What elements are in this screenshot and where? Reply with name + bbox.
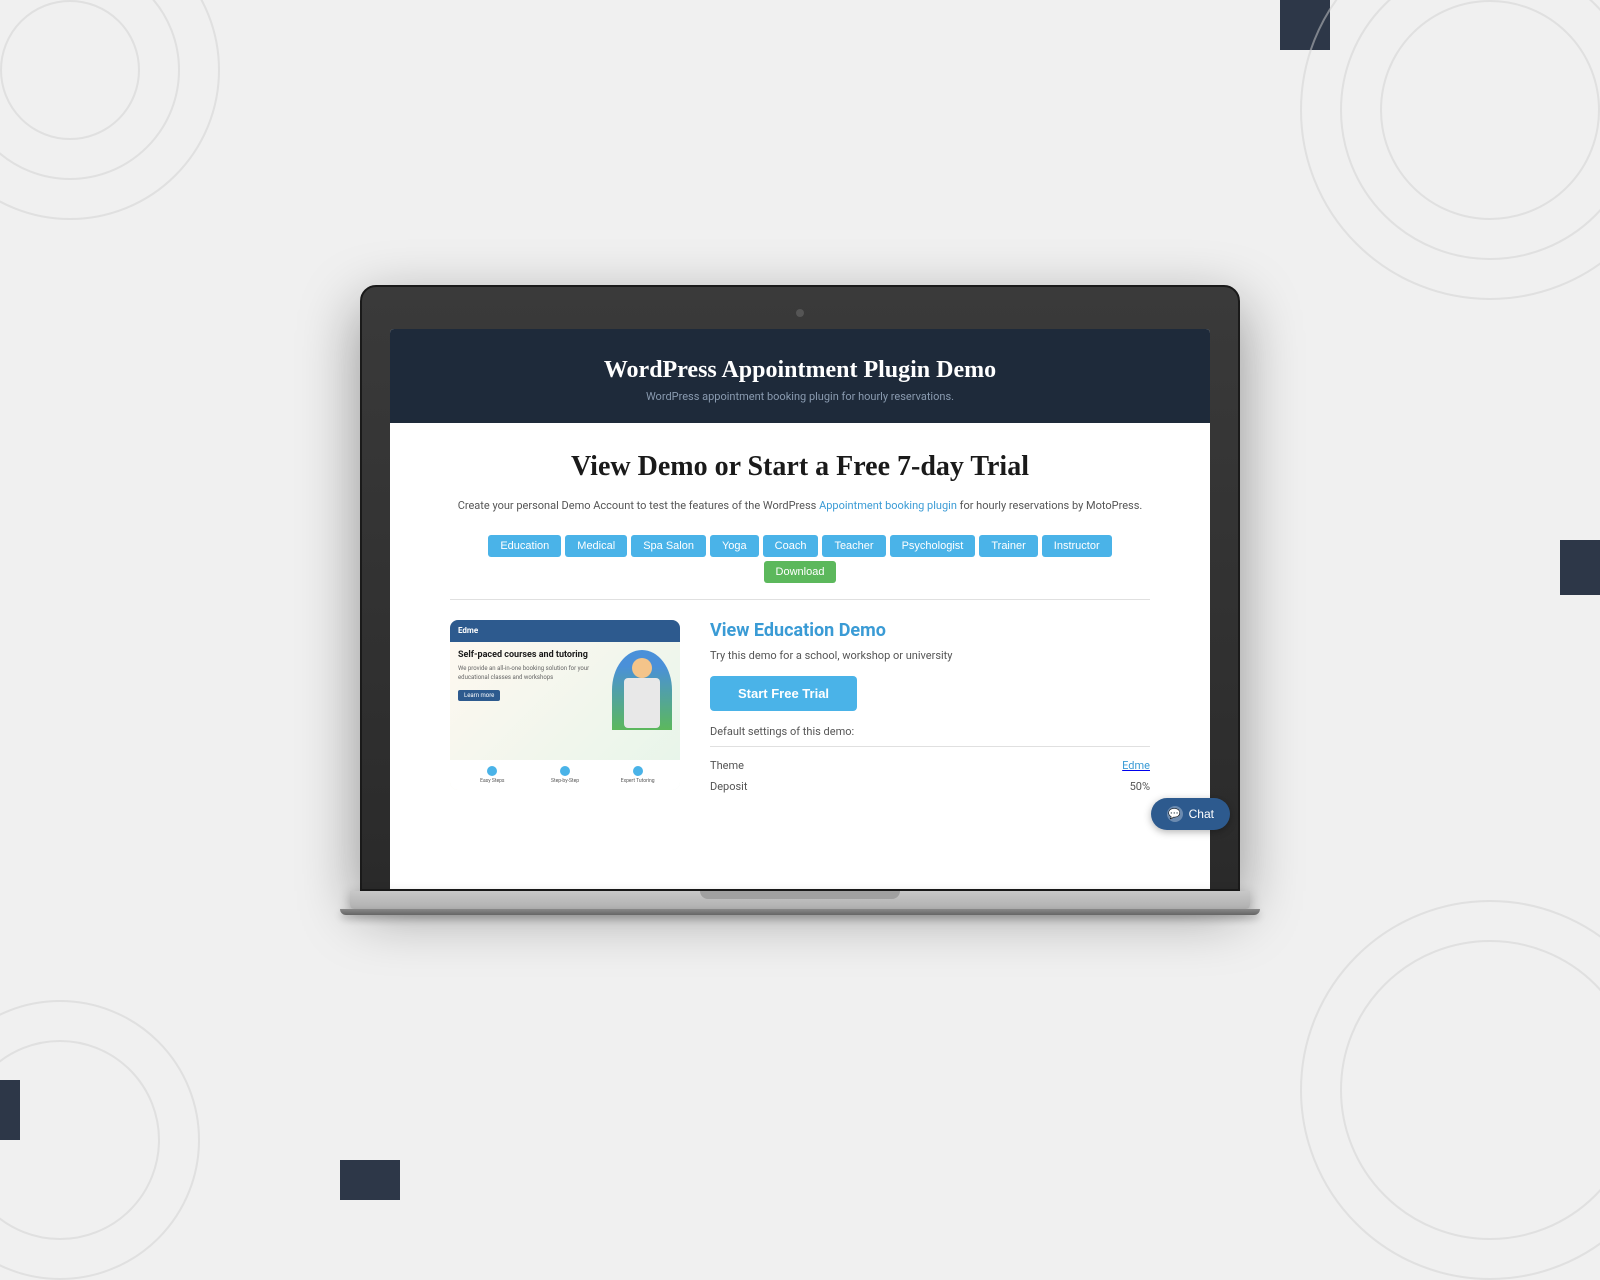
main-heading: View Demo or Start a Free 7-day Trial — [450, 451, 1150, 483]
footer-dot-1 — [487, 766, 497, 776]
demo-image-header: Edme — [450, 620, 680, 642]
setting-theme-label: Theme — [710, 759, 744, 772]
demo-image-body: Self-paced courses and tutoring We provi… — [450, 642, 680, 760]
chat-button[interactable]: 💬 Chat — [1151, 798, 1210, 830]
setting-deposit-value: 50% — [1130, 780, 1150, 793]
laptop-base — [350, 891, 1250, 909]
demo-info: View Education Demo Try this demo for a … — [710, 620, 1150, 797]
laptop-wrapper: WordPress Appointment Plugin Demo WordPr… — [350, 285, 1250, 915]
footer-text-2: Step-by-Step — [551, 778, 579, 784]
tab-teacher[interactable]: Teacher — [822, 535, 885, 557]
demo-title: View Education Demo — [710, 620, 1150, 641]
tab-trainer[interactable]: Trainer — [979, 535, 1037, 557]
demo-image-footer: Easy Steps Step-by-Step Expert Tutoring — [450, 760, 680, 790]
tab-coach[interactable]: Coach — [763, 535, 819, 557]
circle-tr-3 — [1380, 0, 1600, 220]
settings-row-deposit: Deposit 50% — [710, 776, 1150, 797]
site-subtitle: WordPress appointment booking plugin for… — [410, 390, 1190, 403]
tabs-row: Education Medical Spa Salon Yoga Coach T… — [450, 535, 1150, 583]
setting-theme-value: Edme — [1122, 759, 1150, 772]
demo-logo: Edme — [458, 626, 478, 635]
demo-image-cta: Learn more — [458, 690, 500, 701]
chat-icon: 💬 — [1167, 806, 1183, 822]
tab-education[interactable]: Education — [488, 535, 561, 557]
demo-content: Edme Self-paced courses and tutoring We … — [450, 620, 1150, 797]
demo-person-illustration — [612, 650, 672, 730]
bg-square-4 — [340, 1160, 400, 1200]
plugin-link[interactable]: Appointment booking plugin — [819, 499, 957, 512]
screen-header: WordPress Appointment Plugin Demo WordPr… — [390, 329, 1210, 423]
bg-square-2 — [1560, 540, 1600, 595]
screen-body: View Demo or Start a Free 7-day Trial Cr… — [390, 423, 1210, 817]
footer-item-3: Expert Tutoring — [603, 766, 672, 784]
demo-image-heading: Self-paced courses and tutoring — [458, 650, 604, 662]
footer-text-1: Easy Steps — [480, 778, 504, 784]
laptop-screen-bezel: WordPress Appointment Plugin Demo WordPr… — [360, 285, 1240, 891]
footer-dot-3 — [633, 766, 643, 776]
tab-instructor[interactable]: Instructor — [1042, 535, 1112, 557]
desc-after-link: for hourly reservations by MotoPress. — [957, 499, 1142, 512]
demo-image-sub: We provide an all-in-one booking solutio… — [458, 665, 604, 682]
footer-item-2: Step-by-Step — [531, 766, 600, 784]
settings-divider — [710, 746, 1150, 747]
section-divider — [450, 599, 1150, 600]
footer-item-1: Easy Steps — [458, 766, 527, 784]
laptop-base-notch — [700, 891, 900, 899]
demo-description: Try this demo for a school, workshop or … — [710, 649, 1150, 662]
demo-image-box: Edme Self-paced courses and tutoring We … — [450, 620, 680, 790]
tab-medical[interactable]: Medical — [565, 535, 627, 557]
footer-text-3: Expert Tutoring — [621, 778, 655, 784]
setting-theme-link[interactable]: Edme — [1122, 759, 1150, 772]
demo-text-col: Self-paced courses and tutoring We provi… — [458, 650, 604, 752]
setting-deposit-label: Deposit — [710, 780, 747, 793]
laptop-feet — [340, 909, 1260, 915]
default-settings-label: Default settings of this demo: — [710, 725, 1150, 738]
laptop-screen: WordPress Appointment Plugin Demo WordPr… — [390, 329, 1210, 889]
tab-download[interactable]: Download — [764, 561, 837, 583]
start-trial-button[interactable]: Start Free Trial — [710, 676, 857, 711]
circle-tl-3 — [0, 0, 140, 140]
tab-psychologist[interactable]: Psychologist — [890, 535, 976, 557]
demo-image-inner: Edme Self-paced courses and tutoring We … — [450, 620, 680, 790]
tab-yoga[interactable]: Yoga — [710, 535, 759, 557]
camera-bar — [390, 303, 1210, 323]
chat-label: Chat — [1189, 807, 1210, 821]
tab-spa-salon[interactable]: Spa Salon — [631, 535, 706, 557]
desc-before-link: Create your personal Demo Account to tes… — [458, 499, 819, 512]
camera-dot — [796, 309, 804, 317]
settings-row-theme: Theme Edme — [710, 755, 1150, 776]
main-description: Create your personal Demo Account to tes… — [450, 497, 1150, 515]
footer-dot-2 — [560, 766, 570, 776]
site-title: WordPress Appointment Plugin Demo — [410, 357, 1190, 384]
